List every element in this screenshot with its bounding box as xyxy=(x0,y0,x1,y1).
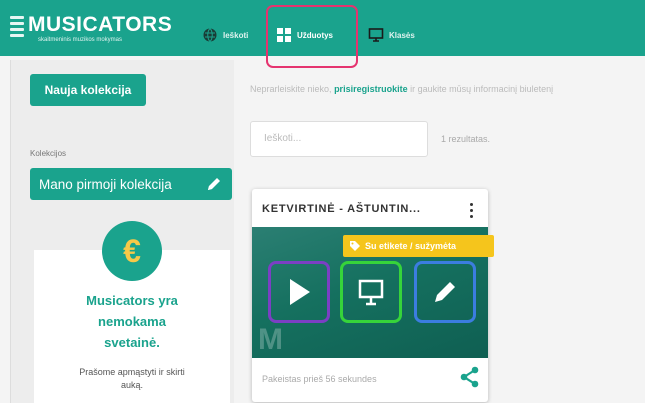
presentation-icon xyxy=(358,279,384,306)
board-icon xyxy=(368,27,384,43)
tag-label: Su etikete / sužymėta xyxy=(365,241,457,251)
globe-icon xyxy=(202,27,218,43)
notice-text-start: Neprarleiskite nieko, xyxy=(250,84,332,94)
nav-search-label: Ieškoti xyxy=(223,30,249,40)
promo-title-line-2: nemokama xyxy=(98,314,166,329)
new-collection-button[interactable]: Nauja kolekcija xyxy=(30,74,146,106)
logo-subtitle: skaitmeninis muzikos mokymas xyxy=(38,37,123,43)
edit-pencil-icon[interactable] xyxy=(205,175,223,193)
more-options-icon[interactable] xyxy=(465,201,477,219)
modified-time: Pakeistas prieš 56 sekundes xyxy=(262,374,377,384)
nav-search[interactable]: Ieškoti xyxy=(202,24,248,46)
nav-classes[interactable]: Klasės xyxy=(368,24,415,46)
notice-text-end: ir gaukite mūsų informacinį biuletenį xyxy=(410,84,554,94)
search-input[interactable]: Ieškoti... xyxy=(250,121,428,157)
present-button[interactable] xyxy=(340,261,402,323)
promo-title-line-1: Musicators yra xyxy=(86,293,178,308)
play-button[interactable] xyxy=(268,261,330,323)
nav-classes-label: Klasės xyxy=(389,30,415,40)
edit-pencil-icon xyxy=(435,282,455,302)
share-icon[interactable] xyxy=(459,366,481,388)
promo-text-line-2: auką. xyxy=(120,380,144,390)
collection-item[interactable]: Mano pirmoji kolekcija xyxy=(30,168,232,200)
tag-badge: Su etikete / sužymėta xyxy=(343,235,494,257)
promo-text-line-1: Prašome apmąstyti ir skirti xyxy=(79,367,185,377)
play-icon xyxy=(290,279,310,305)
promo-title: Musicators yra nemokama svetainė. xyxy=(34,290,230,353)
logo-title: MUSICATORS xyxy=(28,13,173,36)
register-link[interactable]: prisiregistruokite xyxy=(334,84,408,94)
promo-title-line-3: svetainė. xyxy=(104,335,160,350)
edit-button[interactable] xyxy=(414,261,476,323)
collections-heading: Kolekcijos xyxy=(30,149,67,158)
collection-name: Mano pirmoji kolekcija xyxy=(39,176,172,192)
newsletter-notice: Neprarleiskite nieko, prisiregistruokite… xyxy=(250,84,553,94)
results-count: 1 rezultatas. xyxy=(441,134,491,144)
thumbnail-watermark: M xyxy=(258,323,283,356)
musicators-logo[interactable]: MUSICATORS skaitmeninis muzikos mokymas xyxy=(10,10,185,46)
sidebar-divider xyxy=(10,60,11,403)
promo-text: Prašome apmąstyti ir skirti auką. xyxy=(34,366,230,392)
nav-highlight-annotation xyxy=(266,5,358,68)
task-card-title[interactable]: KETVIRTINĖ - AŠTUNTIN... xyxy=(262,203,421,215)
euro-icon: € xyxy=(102,221,162,281)
tag-icon xyxy=(349,240,361,252)
